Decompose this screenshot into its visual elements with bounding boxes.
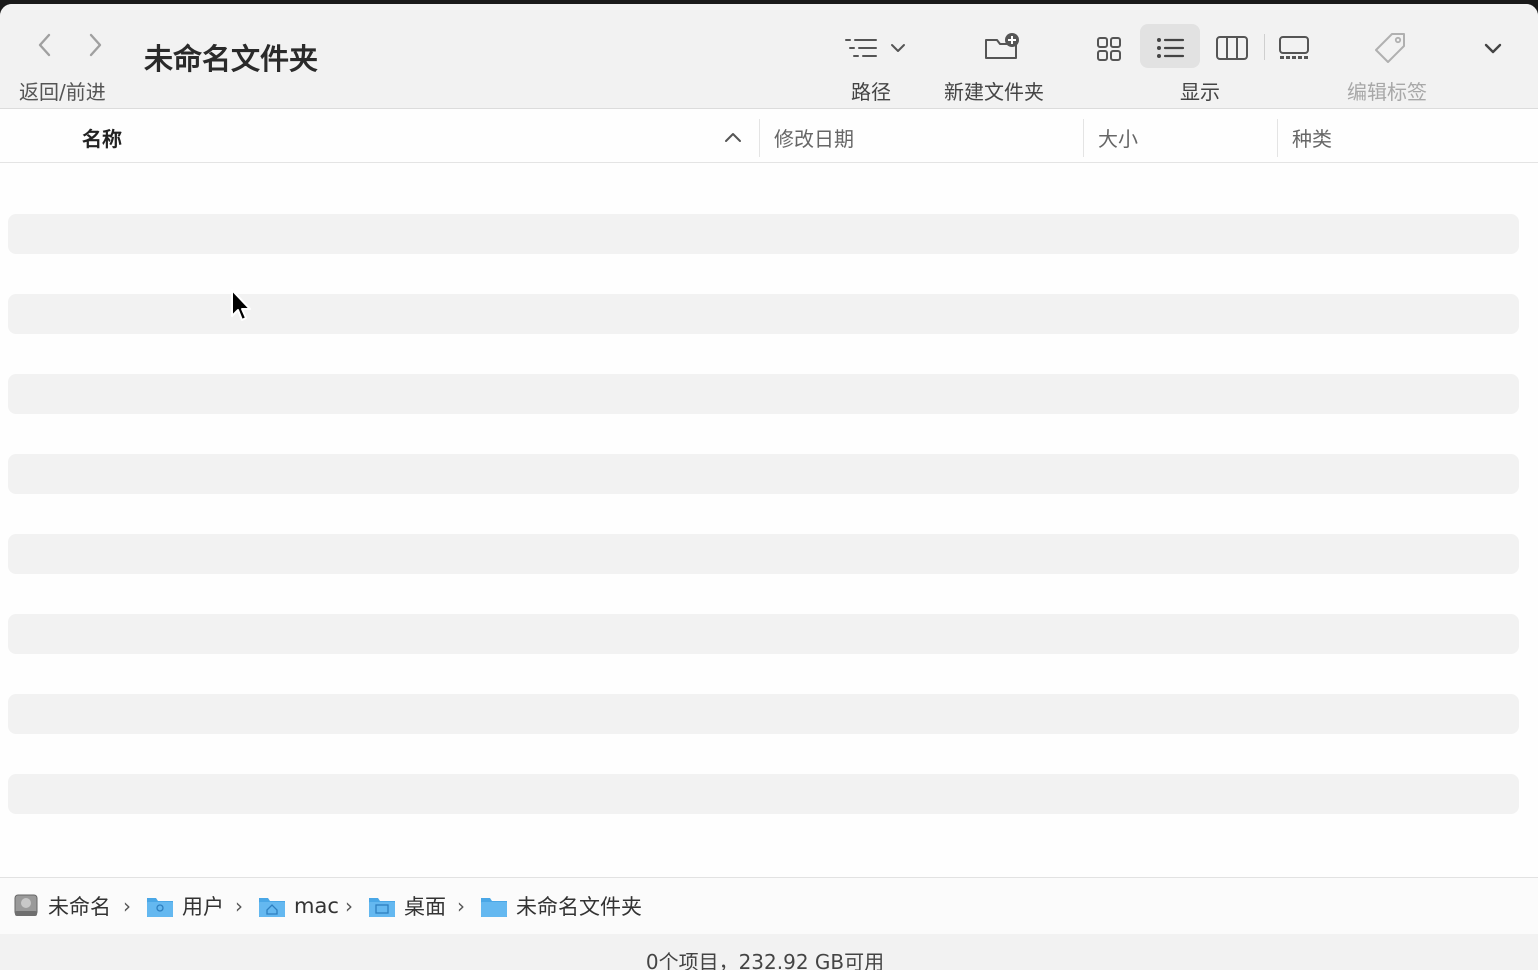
mouse-cursor-icon [230,288,254,328]
toolbar: 返回/前进 未命名文件夹 路径 新建文件夹 显示 编辑标签 [0,4,1538,109]
view-label: 显示 [1180,80,1220,104]
column-divider[interactable] [1277,119,1278,157]
users-folder-icon [147,898,173,917]
edit-tags-button[interactable] [1372,30,1408,66]
home-folder-icon [259,898,285,917]
gallery-icon [1279,36,1309,59]
toolbar-separator [1264,34,1265,60]
column-header: 名称 修改日期 大小 种类 [0,109,1538,163]
path-label: 路径 [851,80,891,104]
column-name-header[interactable]: 名称 [82,123,122,152]
folder-icon [481,898,507,917]
chevron-right-icon [89,33,102,57]
list-icon [1157,38,1185,58]
path-item-label: 未命名 [48,895,111,919]
new-folder-button[interactable] [982,30,1024,66]
disk-icon [14,894,38,916]
empty-row-stripe [8,694,1519,734]
empty-row-stripe [8,214,1519,254]
forward-button[interactable] [80,30,110,60]
path-item-home[interactable]: mac [258,892,339,920]
edit-tags-label: 编辑标签 [1347,80,1427,104]
empty-row-stripe [8,454,1519,494]
chevron-left-icon [38,33,51,57]
status-bar: 0个项目，232.92 GB可用 [0,934,1538,970]
path-chevron-icon: › [123,894,131,918]
path-chevron-icon: › [457,894,465,918]
desktop-folder-icon [369,898,395,917]
sort-ascending-icon [722,129,744,145]
columns-icon [1216,36,1248,60]
column-date-header[interactable]: 修改日期 [774,123,854,152]
path-item-label: 用户 [182,895,224,919]
status-text: 0个项目，232.92 GB可用 [645,950,885,970]
path-item-desktop[interactable]: 桌面 [368,892,446,920]
column-view-button[interactable] [1214,32,1250,64]
column-size-header[interactable]: 大小 [1098,123,1138,152]
empty-row-stripe [8,534,1519,574]
path-item-label: 未命名文件夹 [516,895,642,919]
chevron-down-icon [1484,43,1502,54]
column-kind-header[interactable]: 种类 [1292,123,1332,152]
gallery-view-button[interactable] [1276,32,1312,64]
column-divider[interactable] [1083,119,1084,157]
path-item-disk[interactable]: 未命名 [12,892,111,920]
finder-window: 返回/前进 未命名文件夹 路径 新建文件夹 显示 编辑标签 名称 修改日期 大小… [0,4,1538,970]
empty-row-stripe [8,774,1519,814]
new-folder-icon [985,33,1019,59]
more-toolbar-button[interactable] [1480,36,1506,62]
nav-label: 返回/前进 [19,80,106,104]
empty-row-stripe [8,374,1519,414]
window-title: 未命名文件夹 [144,42,319,76]
back-button[interactable] [30,30,60,60]
icon-view-button[interactable] [1094,34,1124,64]
path-item-users[interactable]: 用户 [146,892,224,920]
path-bar: 未命名 › 用户 › mac › 桌面 › 未命名文件夹 [0,877,1538,935]
path-item-label: 桌面 [404,895,446,919]
grid-icon [1097,37,1121,61]
list-view-button[interactable] [1154,32,1186,64]
path-button[interactable] [842,32,912,66]
empty-row-stripe [8,614,1519,654]
new-folder-label: 新建文件夹 [944,80,1044,104]
path-chevron-icon: › [345,894,353,918]
path-item-current-folder[interactable]: 未命名文件夹 [480,892,642,920]
path-chevron-icon: › [235,894,243,918]
list-group-icon [845,39,905,57]
column-divider[interactable] [759,119,760,157]
path-item-label: mac [294,894,339,918]
tag-icon [1375,33,1405,63]
